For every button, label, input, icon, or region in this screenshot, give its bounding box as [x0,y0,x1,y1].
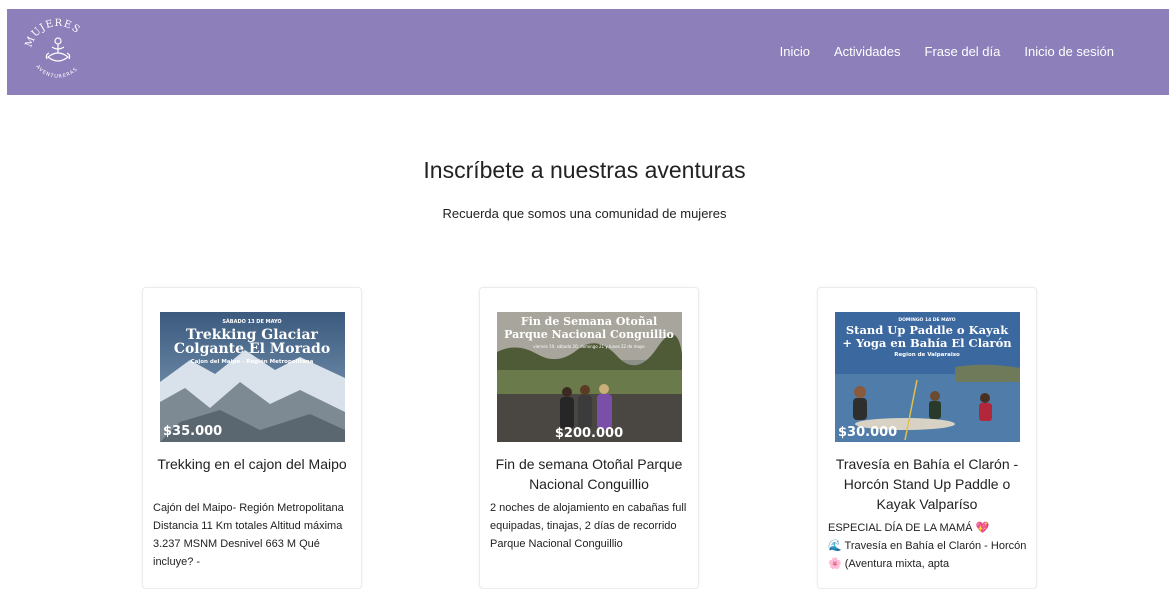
image-price: $200.000 [555,426,623,441]
card-title: Trekking en el cajon del Maipo [157,456,347,472]
image-date: SÁBADO 13 DE MAYO [222,318,281,325]
page-subtitle: Recuerda que somos una comunidad de muje… [442,206,727,221]
top-navbar: MUJERES AVENTURERAS Inicio Actividades F… [7,9,1169,95]
activity-card-conguillio[interactable]: Fin de Semana Otoñal Parque Nacional Con… [479,287,699,589]
image-title-line1: Stand Up Paddle o Kayak [846,323,1009,337]
card-title: Fin de semana Otoñal Parque Nacional Con… [495,456,683,492]
nav-inicio[interactable]: Inicio [780,44,810,59]
nav-inicio-de-sesion[interactable]: Inicio de sesión [1024,44,1114,59]
activity-image[interactable]: DOMINGO 14 DE MAYO Stand Up Paddle o Kay… [835,312,1020,442]
image-title-line1: Fin de Semana Otoñal [521,315,657,328]
svg-text:MUJERES: MUJERES [24,18,83,49]
brand-logo[interactable]: MUJERES AVENTURERAS [21,13,95,91]
image-title-line2: Parque Nacional Conguillio [504,328,674,341]
page-title: Inscríbete a nuestras aventuras [423,157,746,183]
image-title-line2: Colgante El Morado [174,341,330,357]
svg-text:AVENTURERAS: AVENTURERAS [34,64,79,80]
nav-actividades[interactable]: Actividades [834,44,900,59]
image-title-line2: + Yoga en Bahía El Clarón [842,336,1012,350]
logo-text-bottom: AVENTURERAS [34,64,78,80]
activity-image[interactable]: Fin de Semana Otoñal Parque Nacional Con… [497,312,682,442]
card-description: ESPECIAL DÍA DE LA MAMÁ 💖 🌊 Travesía en … [828,522,1027,570]
card-title: Travesía en Bahía el Clarón - Horcón Sta… [835,456,1019,512]
image-price: $30.000 [838,425,897,440]
image-place: Cajon del Maipo - Región Metropolitana [191,358,314,365]
logo-text-top: MUJERES [24,18,82,49]
nav-frase-del-dia[interactable]: Frase del día [925,44,1001,59]
card-description: 2 noches de alojamiento en cabañas full … [490,502,687,550]
activity-card-claron[interactable]: DOMINGO 14 DE MAYO Stand Up Paddle o Kay… [817,287,1037,589]
activity-image[interactable]: SÁBADO 13 DE MAYO Trekking Glaciar Colga… [160,312,345,442]
image-price: $35.000 [163,424,222,439]
image-dates: viernes 19, sábado 20, domingo 21 y lune… [533,344,645,349]
people-photo [560,384,612,429]
image-place: Region de Valparaiso [894,352,960,358]
woman-meditating-icon [45,37,71,62]
card-description: Cajón del Maipo- Región Metropolitana Di… [153,502,344,568]
activity-card-trekking[interactable]: SÁBADO 13 DE MAYO Trekking Glaciar Colga… [142,287,362,589]
